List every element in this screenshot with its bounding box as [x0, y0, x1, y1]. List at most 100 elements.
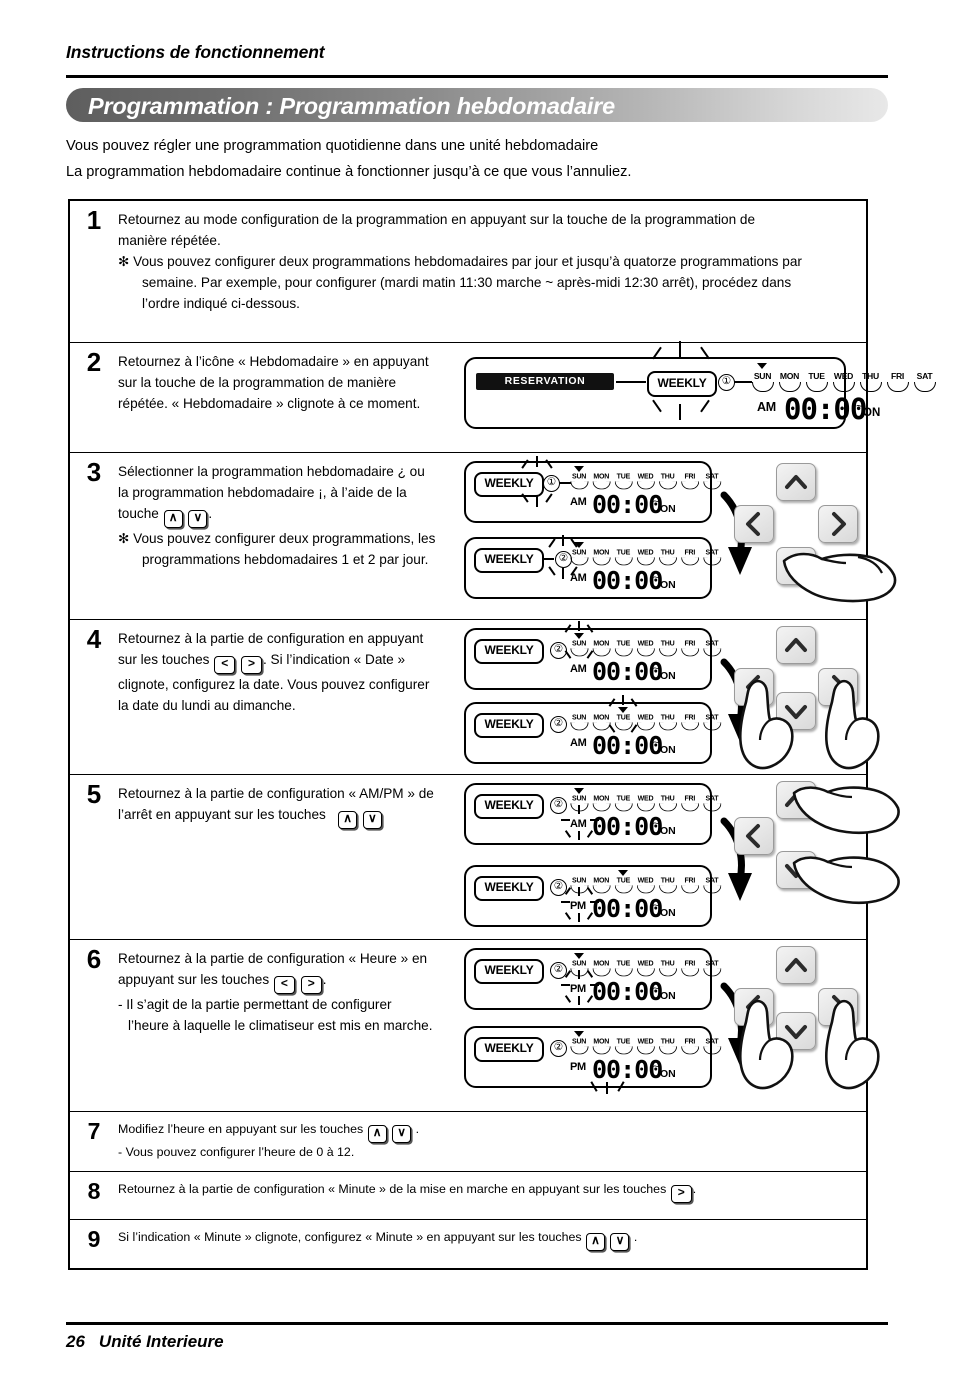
lcd-day-fri: FRI: [884, 372, 911, 392]
lcd-weekly-label: WEEKLY: [474, 876, 544, 901]
right-button[interactable]: [818, 505, 858, 543]
lcd-time: 00:00: [592, 812, 663, 841]
lcd-day-wed: WED: [634, 795, 656, 812]
lcd-day-tue: TUE: [612, 877, 634, 894]
left-button[interactable]: [734, 505, 774, 543]
lcd-meridiem: AM: [570, 818, 587, 830]
lcd-meridiem: AM: [570, 496, 587, 508]
hand-pointer-icon: [792, 856, 900, 905]
footer-label: Unité Interieure: [98, 1332, 224, 1351]
key-right-icon[interactable]: >: [300, 976, 322, 994]
key-up-icon[interactable]: ∧: [367, 1125, 387, 1143]
lcd-day-tue: TUE: [612, 795, 634, 812]
step-number-3: 3: [86, 457, 102, 487]
lcd-on-label: ON: [660, 503, 676, 515]
key-left-icon[interactable]: <: [273, 976, 295, 994]
lcd-day-row: SUN MON TUE WED THU FRI SAT: [568, 795, 723, 812]
step7-line-1: Modifiez l’heure en appuyant sur les tou…: [118, 1120, 860, 1143]
lcd-meridiem: PM: [570, 1061, 586, 1073]
lcd-day-marker: [574, 1031, 584, 1037]
step3-line-2: la programmation hebdomadaire ¡, à l’aid…: [118, 485, 407, 500]
hand-pointer-icon: [825, 999, 880, 1090]
key-down-icon[interactable]: ∨: [392, 1125, 412, 1143]
step-number-9: 9: [87, 1226, 101, 1252]
hand-pointer-icon: [782, 552, 897, 603]
lcd-day-tue: TUE: [612, 714, 634, 731]
step8-line-1: Retournez à la partie de configuration «…: [118, 1180, 860, 1203]
lcd-day-sun: SUN: [568, 640, 590, 657]
lcd-day-marker: [574, 953, 584, 959]
lcd-on-label: ON: [660, 579, 676, 591]
lcd-day-fri: FRI: [679, 877, 701, 894]
lcd-day-tue: TUE: [612, 549, 634, 566]
left-button[interactable]: [734, 817, 774, 855]
lcd-panel-step4b: WEEKLY ② SUN MON TUE WED THU FRI SAT AM …: [464, 695, 721, 764]
intro-line-1: Vous pouvez régler une programmation quo…: [66, 138, 599, 154]
lcd-day-wed: WED: [634, 549, 656, 566]
key-up-icon[interactable]: ∧: [163, 510, 183, 528]
lcd-day-mon: MON: [590, 795, 612, 812]
up-button[interactable]: [776, 463, 816, 501]
lcd-day-sat: SAT: [701, 795, 723, 812]
step6-line-2: appuyant sur les touches < >.: [118, 969, 452, 994]
lcd-on-label: ON: [660, 1068, 676, 1080]
step3-line-1: Sélectionner la programmation hebdomadai…: [118, 464, 425, 479]
lcd-program-number: ②: [550, 797, 567, 814]
lcd-day-thu: THU: [657, 877, 679, 894]
key-down-icon[interactable]: ∨: [610, 1233, 630, 1251]
lcd-tilde: ~: [653, 572, 660, 584]
up-button[interactable]: [776, 626, 816, 664]
steps-table: 1 Retournez au mode configuration de la …: [68, 199, 936, 1270]
lcd-meridiem: AM: [570, 737, 587, 749]
step-number-5: 5: [86, 779, 102, 809]
lcd-on-label: ON: [660, 744, 676, 756]
lcd-time: 00:00: [592, 490, 663, 519]
hand-pointer-icon: [739, 999, 794, 1090]
key-down-icon[interactable]: ∨: [188, 510, 208, 528]
lcd-day-wed: WED: [634, 714, 656, 731]
lcd-day-mon: MON: [590, 473, 612, 490]
step-number-1: 1: [86, 205, 102, 235]
lcd-time: 00:00: [592, 731, 663, 760]
step5-line-1: Retournez à la partie de configuration «…: [118, 786, 434, 801]
lcd-day-wed: WED: [634, 473, 656, 490]
step-row-2: 2 Retournez à l’icône « Hebdomadaire » e…: [70, 341, 936, 453]
lcd-day-thu: THU: [657, 1038, 679, 1055]
key-up-icon[interactable]: ∧: [338, 811, 358, 829]
lcd-meridiem: AM: [570, 572, 587, 584]
step1-line-1: Retournez au mode configuration de la pr…: [118, 212, 756, 227]
lcd-time: 00:00: [784, 392, 867, 426]
lcd-day-mon: MON: [590, 1038, 612, 1055]
up-button[interactable]: [776, 946, 816, 984]
step-row-5: 5 Retournez à la partie de configuration…: [70, 775, 900, 940]
lcd-panel-step6b: WEEKLY ② SUN MON TUE WED THU FRI SAT PM …: [464, 1026, 721, 1094]
key-up-icon[interactable]: ∧: [586, 1233, 606, 1251]
key-down-icon[interactable]: ∨: [362, 811, 382, 829]
lcd-program-number: ②: [550, 1040, 567, 1057]
lcd-on-label: ON: [660, 907, 676, 919]
lcd-on-label: ON: [863, 407, 881, 419]
step1-note-1: ✻ Vous pouvez configurer deux programmat…: [118, 254, 802, 269]
lcd-day-tue: TUE: [612, 473, 634, 490]
key-right-icon[interactable]: >: [670, 1185, 692, 1203]
lcd-on-label: ON: [660, 825, 676, 837]
lcd-day-fri: FRI: [679, 795, 701, 812]
lcd-time: 00:00: [592, 566, 663, 595]
lcd-tilde: ~: [653, 737, 660, 749]
key-right-icon[interactable]: >: [241, 656, 262, 674]
lcd-day-fri: FRI: [679, 960, 701, 977]
lcd-meridiem: AM: [570, 663, 587, 675]
step7-line-2: - Vous pouvez configurer l’heure de 0 à …: [118, 1145, 355, 1159]
lcd-program-number: ①: [543, 475, 560, 492]
lcd-panel-step5a: WEEKLY ② SUN MON TUE WED THU FRI SAT AM …: [464, 783, 721, 845]
lcd-panel-step5b: WEEKLY ② SUN MON TUE WED THU FRI SAT PM …: [464, 865, 721, 927]
key-left-icon[interactable]: <: [214, 656, 236, 674]
lcd-day-marker: [757, 363, 767, 369]
page-header-title: Instructions de fonctionnement: [66, 42, 325, 62]
step-row-1: 1 Retournez au mode configuration de la …: [70, 201, 866, 343]
lcd-day-thu: THU: [657, 549, 679, 566]
step2-line-1: Retournez à l’icône « Hebdomadaire » en …: [118, 354, 429, 369]
lcd-tilde: ~: [653, 496, 660, 508]
lcd-weekly-label: WEEKLY: [474, 639, 544, 664]
lcd-panel-step4a: WEEKLY ② SUN MON TUE WED THU FRI SAT AM …: [464, 621, 721, 690]
